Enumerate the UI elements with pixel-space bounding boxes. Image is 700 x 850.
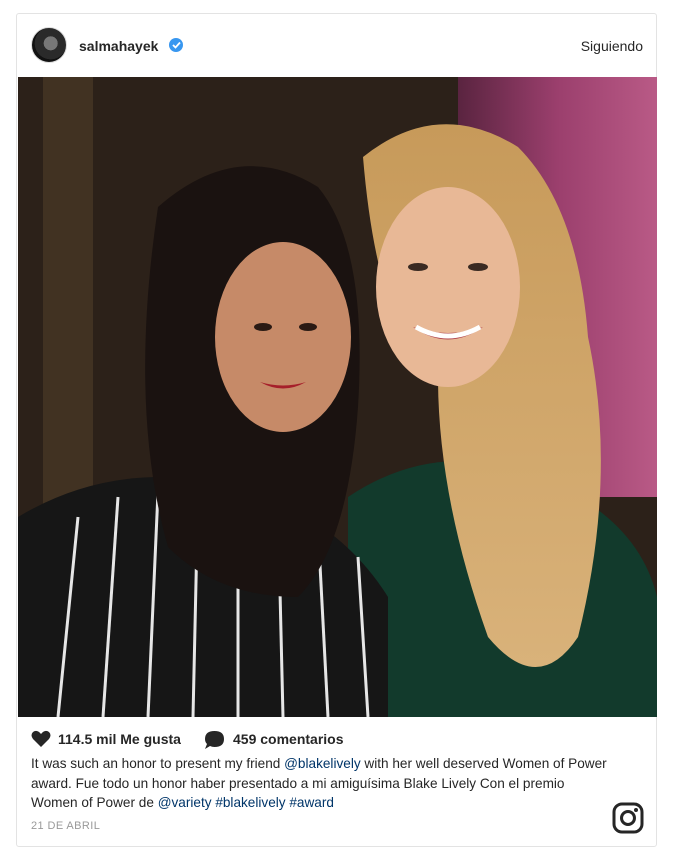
post-header: salmahayek Siguiendo — [17, 14, 656, 78]
following-button[interactable]: Siguiendo — [581, 38, 643, 54]
avatar[interactable] — [31, 27, 67, 63]
hashtag-link[interactable]: #award — [289, 795, 334, 810]
username[interactable]: salmahayek — [79, 38, 158, 54]
caption-text: It was such an honor to present my frien… — [31, 756, 285, 771]
hashtag-link[interactable]: #blakelively — [215, 795, 285, 810]
speech-bubble-icon[interactable] — [204, 730, 225, 755]
photo-illustration — [18, 77, 657, 717]
mention-link[interactable]: @blakelively — [284, 756, 361, 771]
post-photo[interactable] — [18, 77, 657, 717]
verified-badge-icon — [169, 38, 183, 52]
post-caption: It was such an honor to present my frien… — [31, 754, 611, 813]
heart-icon[interactable] — [31, 730, 51, 753]
instagram-logo-icon[interactable] — [612, 802, 644, 839]
likes-count[interactable]: 114.5 mil Me gusta — [58, 731, 181, 747]
mention-link[interactable]: @variety — [158, 795, 212, 810]
instagram-embed-card: salmahayek Siguiendo 114.5 mil Me gusta … — [16, 13, 657, 847]
post-date[interactable]: 21 DE ABRIL — [31, 820, 100, 832]
comments-count[interactable]: 459 comentarios — [233, 731, 344, 747]
post-actions: 114.5 mil Me gusta 459 comentarios — [31, 729, 631, 751]
